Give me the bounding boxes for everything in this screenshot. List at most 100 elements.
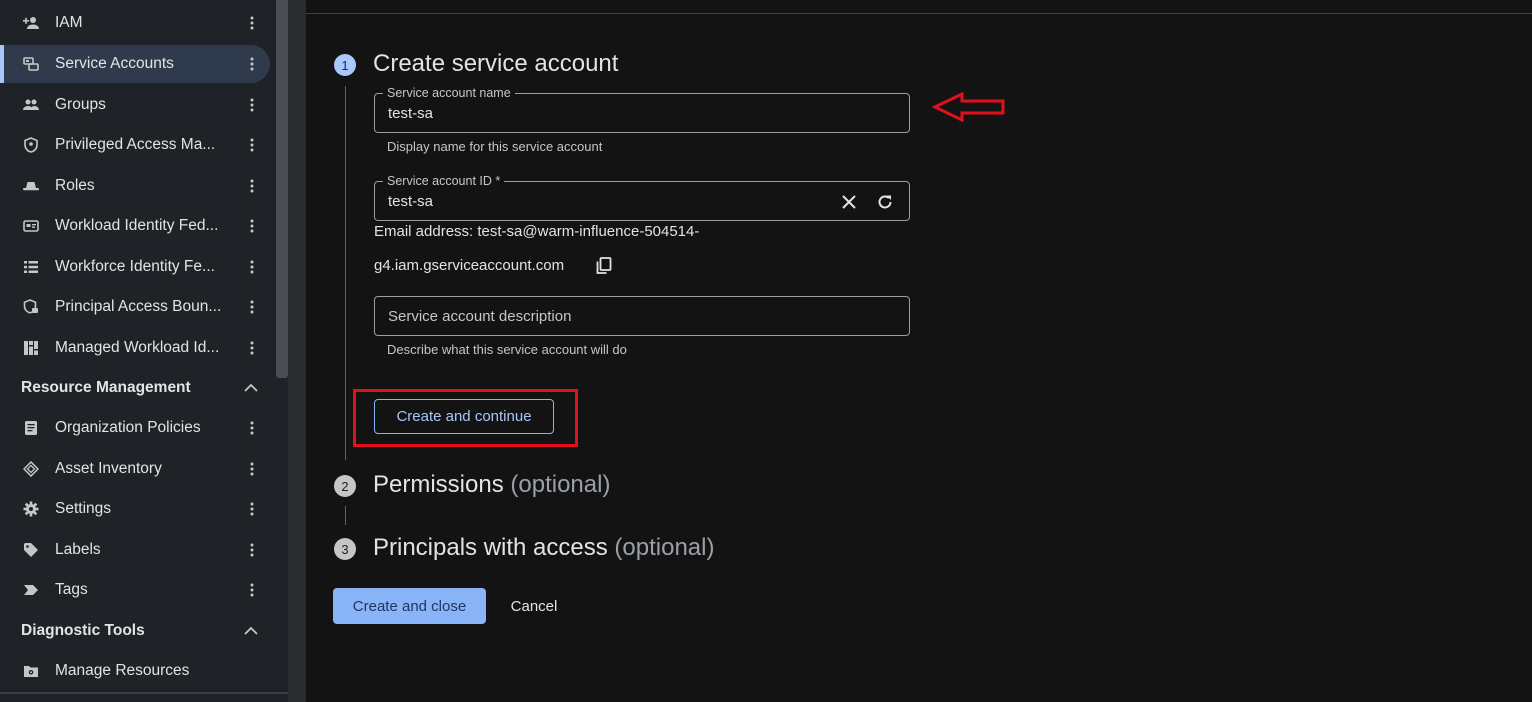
step-number-1: 1 — [334, 54, 356, 76]
step-connector — [345, 506, 346, 525]
person-add-icon — [23, 15, 39, 31]
service-account-id-input[interactable]: test-sa — [388, 193, 433, 210]
step-optional: (optional) — [614, 534, 715, 561]
diamond-icon — [23, 461, 39, 477]
sidebar-item-service-accounts[interactable]: Service Accounts — [0, 45, 270, 83]
red-arrow-annotation — [932, 91, 1005, 123]
step-title-2[interactable]: Permissions (optional) — [373, 471, 610, 499]
sidebar-item-settings[interactable]: Settings — [0, 490, 270, 528]
shield-lock-icon — [23, 299, 39, 315]
sidebar-item-label: Manage Resources — [55, 662, 190, 679]
step-title-3[interactable]: Principals with access (optional) — [373, 534, 714, 562]
service-account-description-field[interactable]: Service account description — [374, 296, 910, 336]
sidebar-scrollbar[interactable] — [276, 0, 288, 378]
more-vert-icon[interactable] — [244, 540, 260, 560]
document-icon — [23, 420, 39, 436]
groups-icon — [23, 97, 39, 113]
copy-icon[interactable] — [596, 257, 612, 274]
cancel-button[interactable]: Cancel — [498, 588, 570, 624]
more-vert-icon[interactable] — [244, 459, 260, 479]
sidebar-item-workload-identity[interactable]: Workload Identity Fed... — [0, 207, 270, 245]
description-placeholder[interactable]: Service account description — [388, 308, 571, 325]
sidebar-item-label: Principal Access Boun... — [55, 298, 222, 315]
sidebar: IAM Service Accounts Groups Privileged A… — [0, 0, 288, 702]
service-account-id-field[interactable]: Service account ID * test-sa — [374, 174, 910, 221]
create-and-close-button[interactable]: Create and close — [333, 588, 486, 624]
sidebar-item-groups[interactable]: Groups — [0, 86, 270, 124]
folder-gear-icon — [23, 663, 39, 679]
more-vert-icon[interactable] — [244, 54, 260, 74]
chevron-tag-icon — [23, 582, 39, 598]
sidebar-item-label: Managed Workload Id... — [55, 339, 220, 356]
more-vert-icon[interactable] — [244, 297, 260, 317]
service-account-name-field[interactable]: Service account name test-sa — [374, 86, 910, 133]
step-title-1: Create service account — [373, 50, 618, 78]
field-label: Service account ID * — [383, 174, 505, 188]
section-title: Diagnostic Tools — [21, 622, 145, 639]
sidebar-item-label: Groups — [55, 96, 106, 113]
section-resource-management[interactable]: Resource Management — [0, 369, 270, 407]
more-vert-icon[interactable] — [244, 13, 260, 33]
list-icon — [23, 259, 39, 275]
more-vert-icon[interactable] — [244, 580, 260, 600]
step-number-3: 3 — [334, 538, 356, 560]
sidebar-edge — [288, 0, 306, 702]
grid-icon — [23, 340, 39, 356]
sidebar-item-label: Workforce Identity Fe... — [55, 258, 215, 275]
step-title-text: Create service account — [373, 50, 619, 77]
tag-icon — [23, 542, 39, 558]
divider — [306, 13, 1532, 14]
sidebar-item-label: Roles — [55, 177, 95, 194]
more-vert-icon[interactable] — [244, 95, 260, 115]
sidebar-item-workforce-identity[interactable]: Workforce Identity Fe... — [0, 248, 270, 286]
shield-icon — [23, 137, 39, 153]
sidebar-item-manage-resources[interactable]: Manage Resources — [0, 652, 270, 690]
gear-icon — [23, 501, 39, 517]
description-hint: Describe what this service account will … — [387, 342, 627, 357]
sidebar-item-asset-inventory[interactable]: Asset Inventory — [0, 450, 270, 488]
section-diagnostic-tools[interactable]: Diagnostic Tools — [0, 612, 270, 650]
sidebar-item-label: Service Accounts — [55, 55, 174, 72]
id-card-icon — [23, 218, 39, 234]
step-optional: (optional) — [510, 471, 611, 498]
service-account-name-input[interactable]: test-sa — [388, 105, 433, 122]
sidebar-item-label: Asset Inventory — [55, 460, 162, 477]
sidebar-item-managed-workload[interactable]: Managed Workload Id... — [0, 329, 270, 367]
sidebar-item-label: IAM — [55, 14, 83, 31]
hat-icon — [23, 178, 39, 194]
more-vert-icon[interactable] — [244, 216, 260, 236]
sidebar-item-label: Workload Identity Fed... — [55, 217, 219, 234]
sidebar-item-label: Tags — [55, 581, 88, 598]
divider — [0, 692, 288, 694]
create-and-continue-button[interactable]: Create and continue — [374, 399, 554, 434]
refresh-icon[interactable] — [876, 193, 894, 211]
sidebar-item-labels[interactable]: Labels — [0, 531, 270, 569]
sidebar-item-tags[interactable]: Tags — [0, 571, 270, 609]
sidebar-item-roles[interactable]: Roles — [0, 167, 270, 205]
sidebar-item-label: Organization Policies — [55, 419, 201, 436]
sidebar-item-label: Labels — [55, 541, 101, 558]
more-vert-icon[interactable] — [244, 176, 260, 196]
sidebar-item-principal-access[interactable]: Principal Access Boun... — [0, 288, 270, 326]
sidebar-item-privileged-access[interactable]: Privileged Access Ma... — [0, 126, 270, 164]
section-title: Resource Management — [21, 379, 191, 396]
more-vert-icon[interactable] — [244, 499, 260, 519]
step-number-2: 2 — [334, 475, 356, 497]
step-connector — [345, 86, 346, 460]
name-hint: Display name for this service account — [387, 139, 603, 154]
chevron-up-icon[interactable] — [243, 624, 259, 636]
service-account-icon — [23, 56, 39, 72]
chevron-up-icon[interactable] — [243, 381, 259, 393]
more-vert-icon[interactable] — [244, 135, 260, 155]
sidebar-item-label: Privileged Access Ma... — [55, 136, 216, 153]
more-vert-icon[interactable] — [244, 338, 260, 358]
more-vert-icon[interactable] — [244, 418, 260, 438]
field-label: Service account name — [383, 86, 515, 100]
sidebar-item-iam[interactable]: IAM — [0, 4, 270, 42]
more-vert-icon[interactable] — [244, 257, 260, 277]
sidebar-item-label: Settings — [55, 500, 112, 517]
sidebar-item-organization-policies[interactable]: Organization Policies — [0, 409, 270, 447]
clear-icon[interactable] — [840, 193, 858, 211]
step-title-text: Permissions — [373, 471, 504, 498]
email-address-line-1: Email address: test-sa@warm-influence-50… — [374, 223, 700, 240]
